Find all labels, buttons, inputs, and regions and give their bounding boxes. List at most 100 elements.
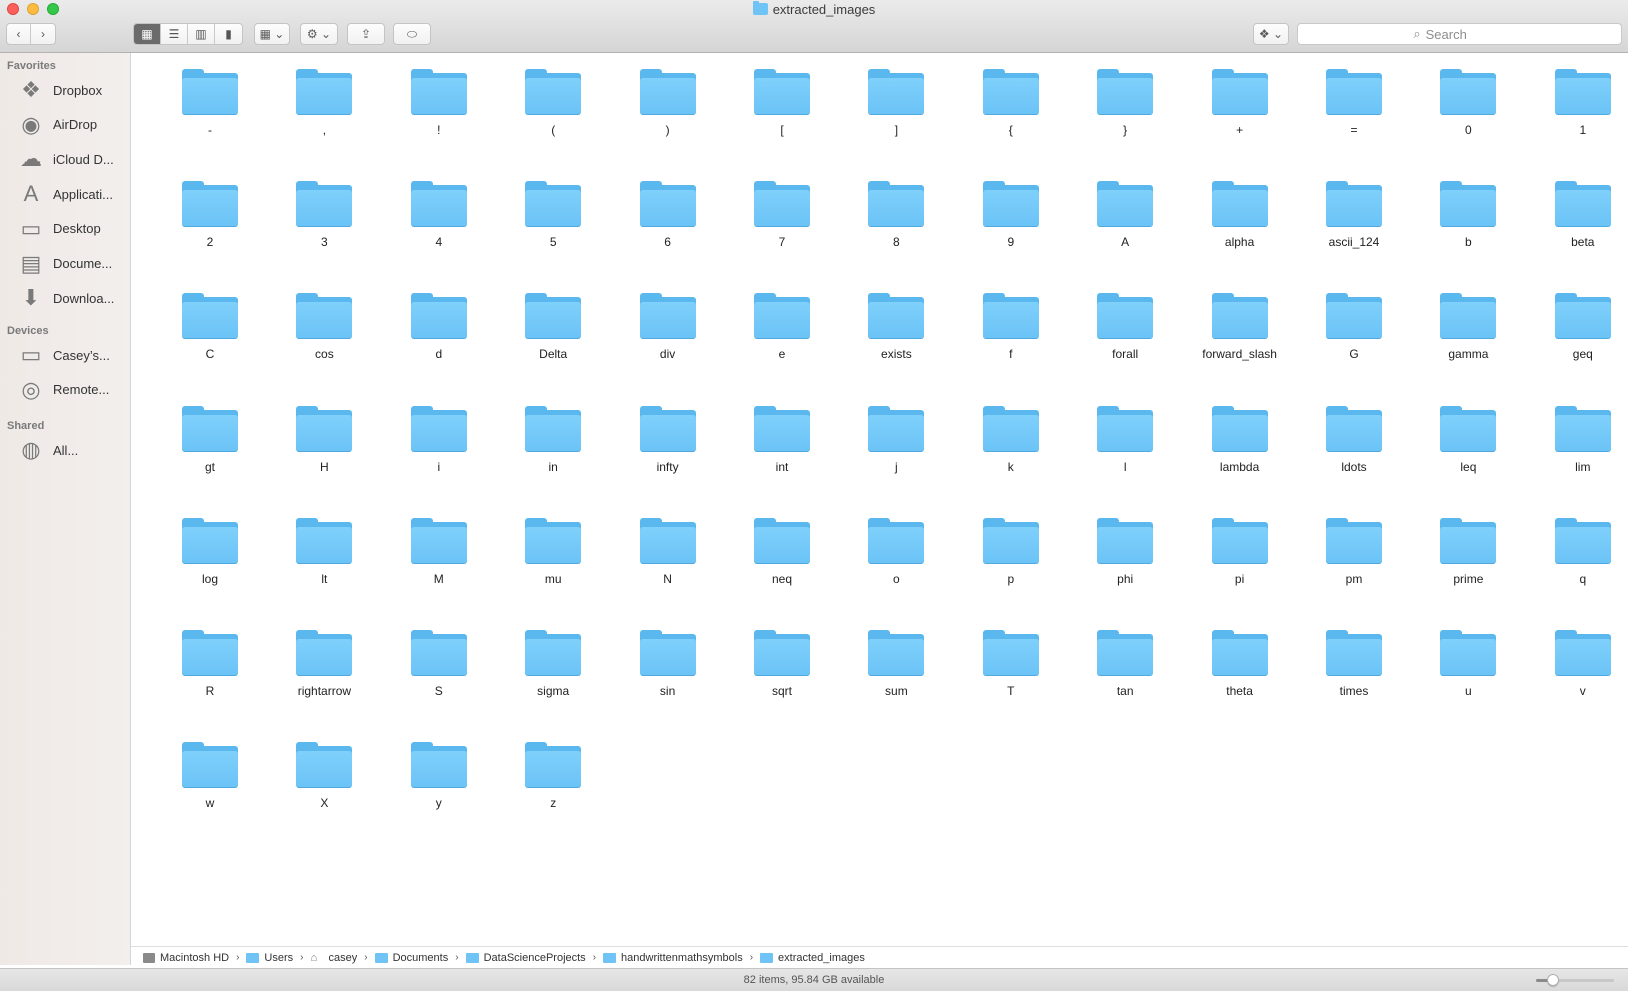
search-field[interactable]: ⌕ <box>1297 23 1622 45</box>
folder-item[interactable]: ( <box>498 53 608 161</box>
cover-flow-button[interactable]: ▮ <box>215 24 242 44</box>
icon-size-slider[interactable] <box>1536 974 1614 986</box>
folder-item[interactable]: lambda <box>1185 390 1295 498</box>
folder-item[interactable]: sum <box>841 614 951 722</box>
folder-item[interactable]: M <box>384 502 494 610</box>
folder-item[interactable]: pi <box>1185 502 1295 610</box>
folder-item[interactable]: - <box>155 53 265 161</box>
folder-item[interactable]: beta <box>1528 165 1628 273</box>
folder-item[interactable]: C <box>155 277 265 385</box>
folder-item[interactable]: l <box>1070 390 1180 498</box>
folder-item[interactable]: Delta <box>498 277 608 385</box>
folder-item[interactable]: p <box>956 502 1066 610</box>
folder-item[interactable]: { <box>956 53 1066 161</box>
folder-item[interactable]: 8 <box>841 165 951 273</box>
folder-item[interactable]: f <box>956 277 1066 385</box>
sidebar-item[interactable]: ⬇ Downloa... <box>0 281 130 315</box>
search-input[interactable] <box>1425 26 1506 42</box>
path-crumb[interactable]: Documents <box>374 952 448 964</box>
path-crumb[interactable]: extracted_images <box>760 952 865 964</box>
back-button[interactable]: ‹ <box>7 24 31 44</box>
folder-item[interactable]: k <box>956 390 1066 498</box>
folder-item[interactable]: ) <box>613 53 723 161</box>
folder-item[interactable]: sqrt <box>727 614 837 722</box>
folder-item[interactable]: gamma <box>1413 277 1523 385</box>
sidebar-item[interactable]: ◉ AirDrop <box>0 108 130 142</box>
folder-item[interactable]: G <box>1299 277 1409 385</box>
folder-item[interactable]: o <box>841 502 951 610</box>
folder-item[interactable]: N <box>613 502 723 610</box>
share-button[interactable]: ⇪ <box>347 23 385 45</box>
folder-item[interactable]: pm <box>1299 502 1409 610</box>
folder-item[interactable]: gt <box>155 390 265 498</box>
folder-item[interactable]: S <box>384 614 494 722</box>
folder-item[interactable]: ! <box>384 53 494 161</box>
folder-item[interactable]: 6 <box>613 165 723 273</box>
path-crumb[interactable]: Macintosh HD <box>143 952 229 964</box>
folder-item[interactable]: } <box>1070 53 1180 161</box>
folder-item[interactable]: geq <box>1528 277 1628 385</box>
folder-item[interactable]: div <box>613 277 723 385</box>
folder-item[interactable]: y <box>384 726 494 834</box>
folder-item[interactable]: e <box>727 277 837 385</box>
folder-item[interactable]: prime <box>1413 502 1523 610</box>
folder-item[interactable]: ] <box>841 53 951 161</box>
folder-item[interactable]: + <box>1185 53 1295 161</box>
folder-item[interactable]: theta <box>1185 614 1295 722</box>
column-view-button[interactable]: ▥ <box>188 24 215 44</box>
folder-item[interactable]: 9 <box>956 165 1066 273</box>
sidebar-item[interactable]: ▭ Casey’s... <box>0 338 130 372</box>
folder-item[interactable]: neq <box>727 502 837 610</box>
folder-item[interactable]: infty <box>613 390 723 498</box>
sidebar-item[interactable]: A Applicati... <box>0 177 130 211</box>
folder-item[interactable]: sin <box>613 614 723 722</box>
sidebar-item[interactable]: ◎ Remote... <box>0 373 130 407</box>
folder-item[interactable]: log <box>155 502 265 610</box>
folder-item[interactable]: 0 <box>1413 53 1523 161</box>
folder-item[interactable]: H <box>269 390 379 498</box>
forward-button[interactable]: › <box>31 24 55 44</box>
folder-item[interactable]: d <box>384 277 494 385</box>
folder-item[interactable]: j <box>841 390 951 498</box>
folder-item[interactable]: forward_slash <box>1185 277 1295 385</box>
folder-item[interactable]: b <box>1413 165 1523 273</box>
sidebar-item[interactable]: ▭ Desktop <box>0 212 130 246</box>
arrange-button[interactable]: ▦ ⌄ <box>254 23 290 45</box>
folder-item[interactable]: lt <box>269 502 379 610</box>
folder-item[interactable]: in <box>498 390 608 498</box>
folder-item[interactable]: ldots <box>1299 390 1409 498</box>
folder-item[interactable]: 1 <box>1528 53 1628 161</box>
dropbox-button[interactable]: ❖ ⌄ <box>1253 23 1289 45</box>
folder-item[interactable]: T <box>956 614 1066 722</box>
folder-item[interactable]: 3 <box>269 165 379 273</box>
path-crumb[interactable]: Users <box>246 952 293 964</box>
folder-item[interactable]: lim <box>1528 390 1628 498</box>
folder-item[interactable]: times <box>1299 614 1409 722</box>
sidebar-item[interactable]: ◍ All... <box>0 433 130 467</box>
sidebar-item[interactable]: ☁ iCloud D... <box>0 142 130 176</box>
folder-item[interactable]: w <box>155 726 265 834</box>
folder-item[interactable]: int <box>727 390 837 498</box>
tags-button[interactable]: ⬭ <box>393 23 431 45</box>
folder-item[interactable]: u <box>1413 614 1523 722</box>
folder-item[interactable]: alpha <box>1185 165 1295 273</box>
folder-item[interactable]: forall <box>1070 277 1180 385</box>
folder-item[interactable]: 2 <box>155 165 265 273</box>
folder-item[interactable]: [ <box>727 53 837 161</box>
folder-item[interactable]: cos <box>269 277 379 385</box>
folder-item[interactable]: 4 <box>384 165 494 273</box>
folder-item[interactable]: sigma <box>498 614 608 722</box>
folder-item[interactable]: rightarrow <box>269 614 379 722</box>
folder-item[interactable]: tan <box>1070 614 1180 722</box>
sidebar-item[interactable]: ❖ Dropbox <box>0 73 130 107</box>
folder-item[interactable]: = <box>1299 53 1409 161</box>
folder-item[interactable]: leq <box>1413 390 1523 498</box>
action-button[interactable]: ⚙ ⌄ <box>300 23 338 45</box>
folder-item[interactable]: R <box>155 614 265 722</box>
path-crumb[interactable]: DataScienceProjects <box>465 952 586 964</box>
sidebar-item[interactable]: ▤ Docume... <box>0 247 130 281</box>
list-view-button[interactable]: ☰ <box>161 24 188 44</box>
folder-item[interactable]: 7 <box>727 165 837 273</box>
path-crumb[interactable]: ⌂ casey <box>311 952 358 964</box>
folder-item[interactable]: A <box>1070 165 1180 273</box>
